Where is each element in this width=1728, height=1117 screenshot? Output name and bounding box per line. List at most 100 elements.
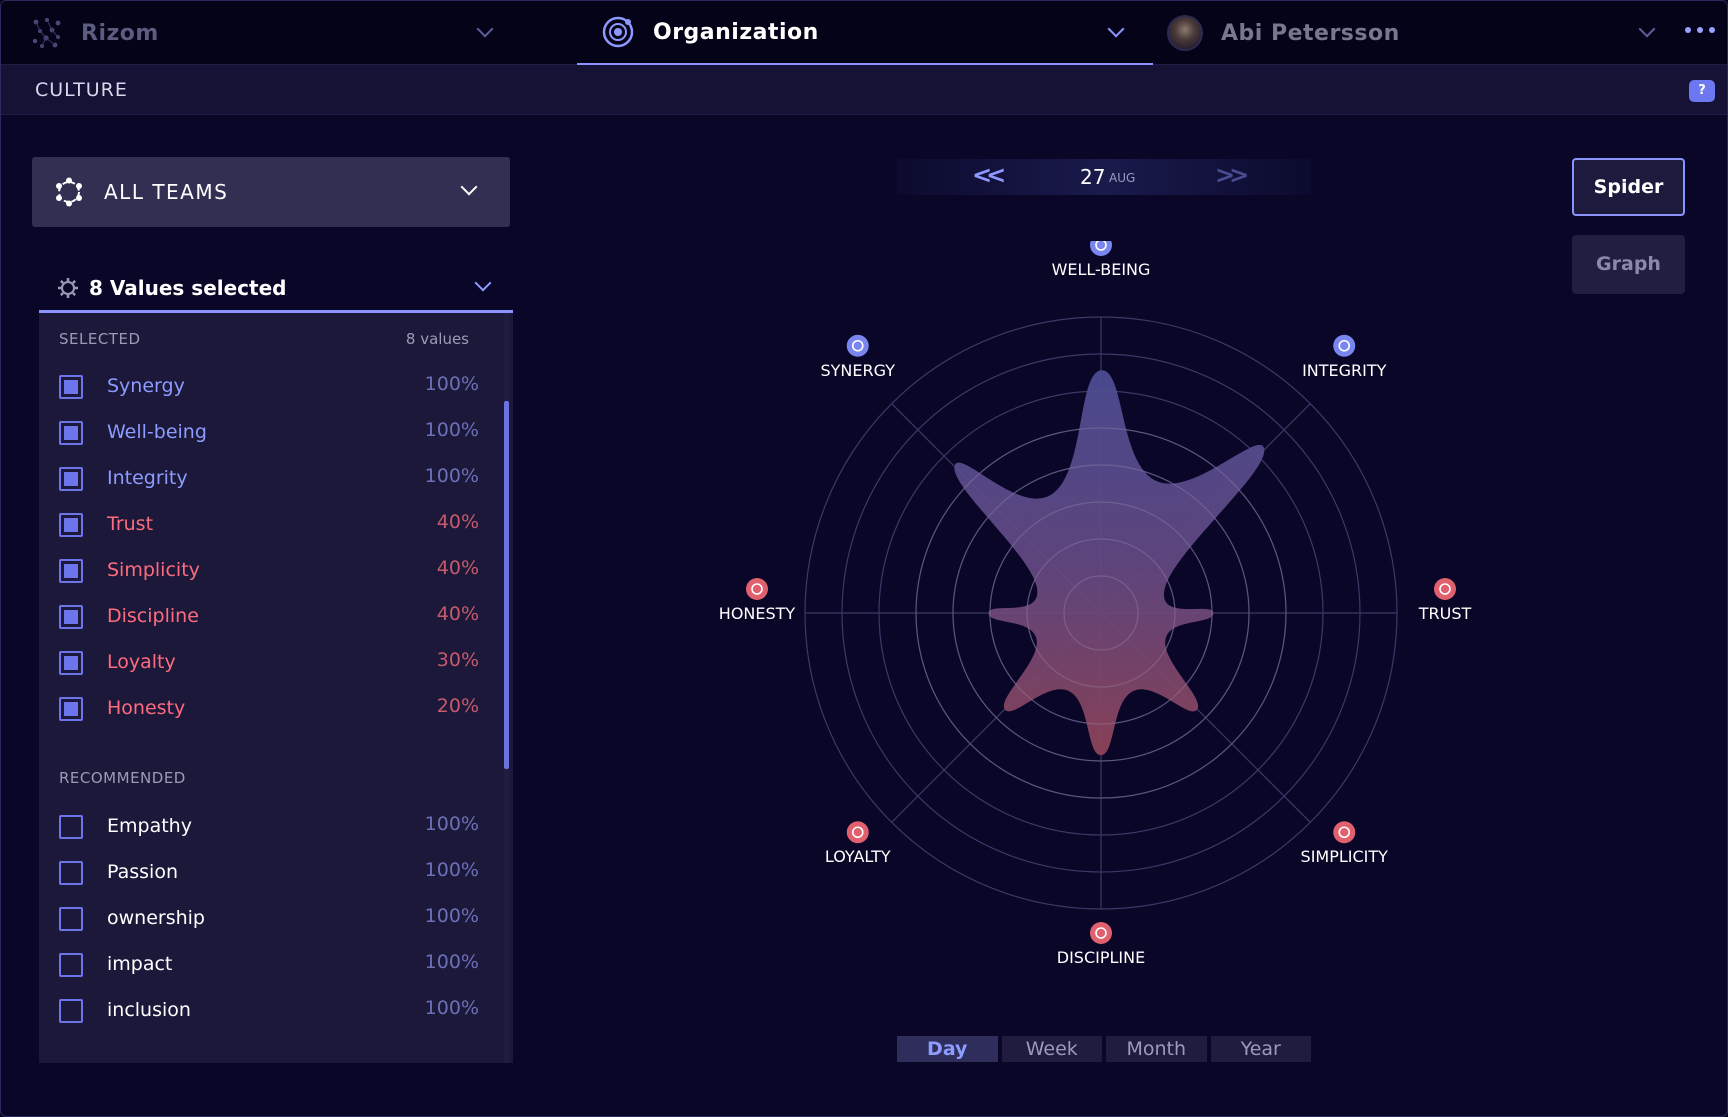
handshake-icon bbox=[1434, 578, 1456, 600]
recommended-section-title: RECOMMENDED bbox=[59, 769, 186, 787]
value-label: Passion bbox=[107, 861, 178, 883]
axis-label: INTEGRITY bbox=[1302, 361, 1387, 380]
recommended-value-row[interactable]: inclusion 100% bbox=[59, 995, 479, 1027]
selected-value-row[interactable]: Synergy 100% bbox=[59, 371, 479, 403]
help-icon[interactable]: ? bbox=[1689, 80, 1715, 102]
teams-dropdown[interactable]: ALL TEAMS bbox=[32, 157, 510, 227]
chevron-down-icon bbox=[476, 20, 494, 38]
selected-value-row[interactable]: Honesty 20% bbox=[59, 693, 479, 725]
chevron-down-icon bbox=[460, 178, 478, 196]
lotus-icon bbox=[1090, 241, 1112, 256]
axis-discipline: DISCIPLINE bbox=[1057, 922, 1145, 967]
spider-view-button[interactable]: Spider bbox=[1572, 158, 1685, 216]
scrollbar-thumb[interactable] bbox=[504, 401, 509, 769]
value-percent: 100% bbox=[424, 905, 479, 927]
recommended-value-row[interactable]: impact 100% bbox=[59, 949, 479, 981]
period-tab-day[interactable]: Day bbox=[897, 1036, 998, 1062]
more-icon[interactable] bbox=[1685, 27, 1715, 33]
previous-date-button[interactable]: << bbox=[972, 161, 1006, 189]
value-checkbox[interactable] bbox=[59, 467, 83, 491]
recommended-value-row[interactable]: Passion 100% bbox=[59, 857, 479, 889]
graph-view-button[interactable]: Graph bbox=[1572, 235, 1685, 294]
page-title: CULTURE bbox=[35, 79, 128, 101]
axis-label: LOYALTY bbox=[825, 847, 891, 866]
gear-icon bbox=[58, 277, 78, 298]
swirl-icon bbox=[846, 334, 869, 357]
value-checkbox[interactable] bbox=[59, 953, 83, 977]
axis-loyalty: LOYALTY bbox=[825, 821, 891, 866]
value-label: Well-being bbox=[107, 421, 207, 443]
value-checkbox[interactable] bbox=[59, 697, 83, 721]
value-checkbox[interactable] bbox=[59, 651, 83, 675]
team-circle-icon bbox=[56, 177, 82, 207]
selected-value-row[interactable]: Simplicity 40% bbox=[59, 555, 479, 587]
value-checkbox[interactable] bbox=[59, 907, 83, 931]
value-label: Trust bbox=[107, 513, 154, 535]
value-label: Synergy bbox=[107, 375, 185, 397]
next-date-button[interactable]: >> bbox=[1215, 161, 1249, 189]
period-tab-week[interactable]: Week bbox=[1001, 1036, 1102, 1062]
selected-value-row[interactable]: Trust 40% bbox=[59, 509, 479, 541]
axis-label: HONESTY bbox=[719, 604, 796, 623]
app-switcher[interactable]: Rizom bbox=[1, 1, 577, 65]
value-checkbox[interactable] bbox=[59, 999, 83, 1023]
value-checkbox[interactable] bbox=[59, 421, 83, 445]
selected-count: 8 values bbox=[405, 330, 469, 348]
chevron-down-icon bbox=[1638, 20, 1656, 38]
heart-hand-icon bbox=[846, 821, 869, 844]
value-label: Integrity bbox=[107, 467, 188, 489]
value-checkbox[interactable] bbox=[59, 605, 83, 629]
value-percent: 100% bbox=[424, 465, 479, 487]
values-dropdown[interactable]: 8 Values selected bbox=[39, 265, 513, 313]
values-list: SELECTED 8 values Synergy 100% Well-being 1… bbox=[39, 313, 513, 1063]
axis-honesty: HONESTY bbox=[719, 578, 796, 623]
recommended-value-row[interactable]: ownership 100% bbox=[59, 903, 479, 935]
teams-label: ALL TEAMS bbox=[104, 180, 229, 204]
value-percent: 100% bbox=[424, 859, 479, 881]
axis-trust: TRUST bbox=[1418, 578, 1471, 623]
date-day: 27 bbox=[1080, 165, 1106, 189]
period-tab-year[interactable]: Year bbox=[1210, 1036, 1311, 1062]
scales-icon bbox=[1333, 334, 1356, 357]
axis-label: WELL-BEING bbox=[1052, 260, 1151, 279]
candle-icon bbox=[746, 578, 768, 600]
value-percent: 20% bbox=[436, 695, 479, 717]
selected-value-row[interactable]: Well-being 100% bbox=[59, 417, 479, 449]
date-navigator: << 27 AUG >> bbox=[897, 159, 1311, 195]
value-percent: 30% bbox=[436, 649, 479, 671]
value-label: ownership bbox=[107, 907, 205, 929]
section-title: Organization bbox=[653, 19, 819, 45]
selected-value-row[interactable]: Integrity 100% bbox=[59, 463, 479, 495]
date-month: AUG bbox=[1109, 171, 1136, 185]
value-label: impact bbox=[107, 953, 173, 975]
value-checkbox[interactable] bbox=[59, 559, 83, 583]
value-percent: 40% bbox=[436, 603, 479, 625]
app-name: Rizom bbox=[81, 20, 159, 46]
organization-icon bbox=[602, 16, 634, 48]
meditation-icon bbox=[1090, 922, 1112, 944]
value-checkbox[interactable] bbox=[59, 861, 83, 885]
period-tab-month[interactable]: Month bbox=[1106, 1036, 1207, 1062]
value-percent: 100% bbox=[424, 813, 479, 835]
spider-chart: WELL-BEING INTEGRITY TRUST SIMPLICITY DISCIP… bbox=[719, 241, 1471, 967]
chevron-down-icon bbox=[1107, 20, 1125, 38]
value-checkbox[interactable] bbox=[59, 513, 83, 537]
axis-simplicity: SIMPLICITY bbox=[1301, 821, 1388, 866]
value-percent: 40% bbox=[436, 511, 479, 533]
value-label: Discipline bbox=[107, 605, 199, 627]
value-percent: 100% bbox=[424, 951, 479, 973]
value-label: Honesty bbox=[107, 697, 186, 719]
avatar bbox=[1167, 15, 1203, 51]
user-menu[interactable]: Abi Petersson bbox=[1153, 1, 1673, 65]
selected-value-row[interactable]: Discipline 40% bbox=[59, 601, 479, 633]
top-bar: Rizom Organization Abi Petersson bbox=[1, 1, 1727, 67]
value-percent: 100% bbox=[424, 997, 479, 1019]
section-switcher[interactable]: Organization bbox=[577, 1, 1153, 67]
selected-section-title: SELECTED bbox=[59, 330, 141, 348]
value-percent: 100% bbox=[424, 419, 479, 441]
value-checkbox[interactable] bbox=[59, 815, 83, 839]
recommended-value-row[interactable]: Empathy 100% bbox=[59, 811, 479, 843]
value-checkbox[interactable] bbox=[59, 375, 83, 399]
selected-value-row[interactable]: Loyalty 30% bbox=[59, 647, 479, 679]
value-label: Simplicity bbox=[107, 559, 200, 581]
